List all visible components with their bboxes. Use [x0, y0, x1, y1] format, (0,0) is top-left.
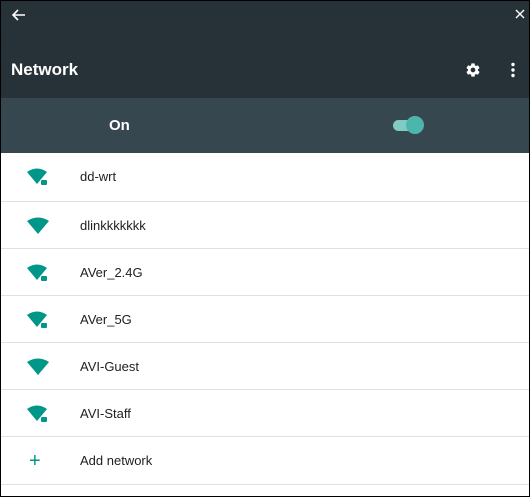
toggle-thumb: [406, 116, 424, 134]
gear-icon[interactable]: [465, 62, 481, 78]
network-item-avi-guest[interactable]: AVI-Guest: [1, 343, 529, 390]
network-ssid: AVer_2.4G: [80, 265, 143, 280]
plus-icon: +: [29, 450, 41, 472]
add-network-label: Add network: [80, 453, 153, 468]
network-settings-screen: Network On dd-wrt dlinkkkkkkk AVer_2.4G …: [0, 0, 530, 497]
app-bar: Network: [1, 1, 529, 98]
wifi-icon: [27, 217, 49, 234]
wifi-secured-icon: [27, 168, 47, 185]
network-item-dd-wrt[interactable]: dd-wrt: [1, 153, 529, 202]
wifi-toggle-switch[interactable]: [393, 115, 425, 135]
page-title: Network: [11, 60, 79, 79]
network-item-aver-2-4g[interactable]: AVer_2.4G: [1, 249, 529, 296]
network-list: dd-wrt dlinkkkkkkk AVer_2.4G AVer_5G AVI…: [1, 153, 529, 485]
wifi-icon: [27, 358, 49, 375]
wifi-toggle-bar[interactable]: On: [1, 98, 529, 153]
add-network-button[interactable]: + Add network: [1, 437, 529, 485]
network-ssid: AVI-Staff: [80, 406, 131, 421]
network-item-aver-5g[interactable]: AVer_5G: [1, 296, 529, 343]
wifi-state-label: On: [109, 117, 130, 134]
network-item-avi-staff[interactable]: AVI-Staff: [1, 390, 529, 437]
wifi-secured-icon: [27, 264, 47, 281]
network-ssid: AVer_5G: [80, 312, 132, 327]
more-vert-icon[interactable]: [509, 62, 517, 78]
network-ssid: dd-wrt: [80, 169, 117, 184]
wifi-secured-icon: [27, 311, 47, 328]
back-arrow-icon[interactable]: [10, 7, 26, 23]
network-ssid: AVI-Guest: [80, 359, 140, 374]
wifi-secured-icon: [27, 405, 47, 422]
network-ssid: dlinkkkkkkk: [80, 218, 146, 233]
network-item-dlinkkkkkkk[interactable]: dlinkkkkkkk: [1, 202, 529, 249]
close-icon[interactable]: [514, 8, 526, 20]
